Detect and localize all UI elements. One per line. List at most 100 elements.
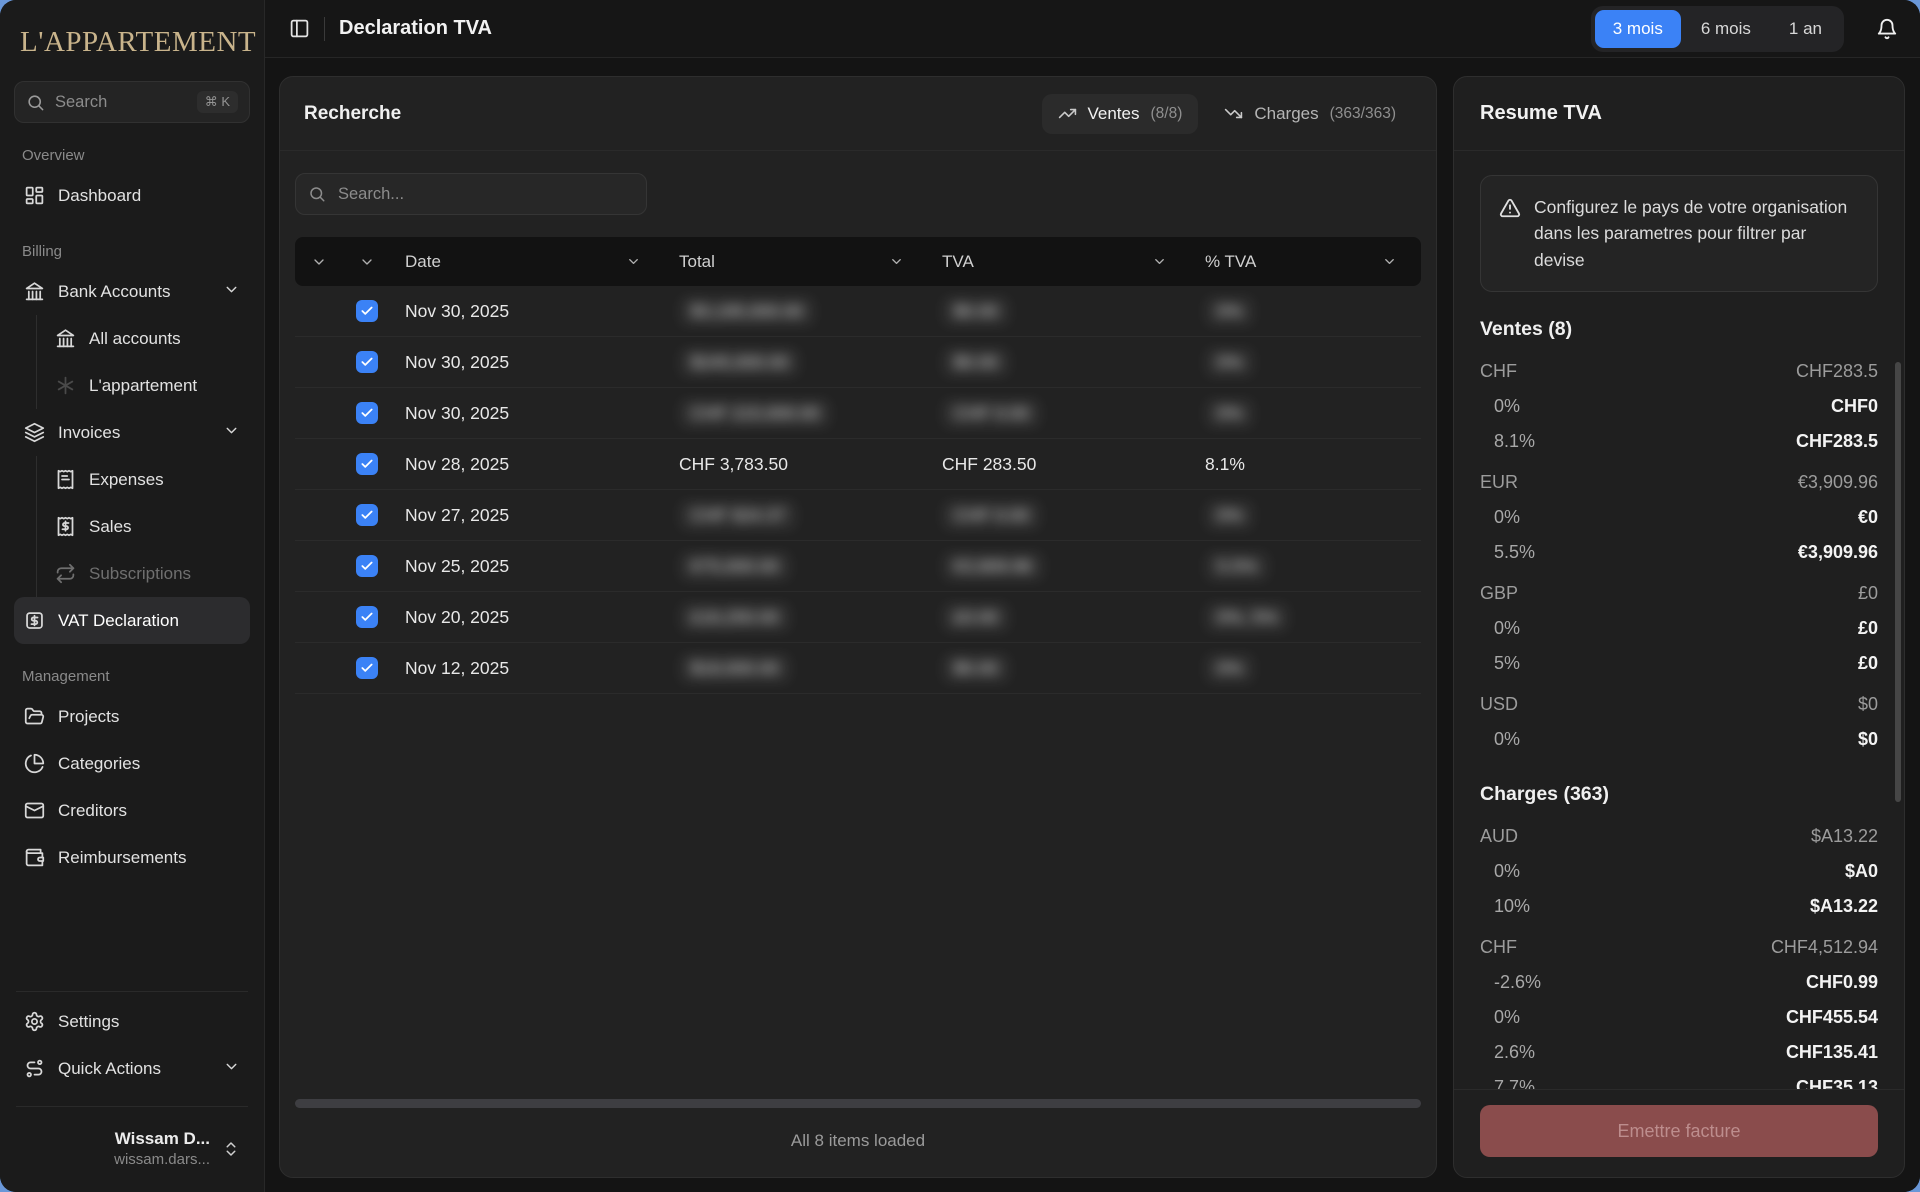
alert-triangle-icon <box>1499 197 1521 219</box>
column-header-date[interactable]: Date <box>391 252 665 272</box>
sidebar-item-expenses[interactable]: Expenses <box>45 456 250 503</box>
folder-icon <box>24 706 45 727</box>
rate-amount: CHF0 <box>1831 396 1878 417</box>
sidebar-item-reimbursements[interactable]: Reimbursements <box>14 834 250 881</box>
sidebar-item-label: Quick Actions <box>58 1059 161 1079</box>
rate-amount: £0 <box>1858 618 1878 639</box>
currency-total: £0 <box>1858 583 1878 604</box>
app-logo: L'APPARTEMENT <box>14 0 250 81</box>
summary-rate-row: 7.7%CHF35.13 <box>1480 1070 1878 1089</box>
range-button-3-mois[interactable]: 3 mois <box>1595 10 1681 48</box>
table-row[interactable]: Nov 27, 2025CHF 924.37CHF 0.000% <box>295 490 1421 541</box>
sidebar-item-subscriptions[interactable]: Subscriptions <box>45 550 250 597</box>
sidebar-item-bank-accounts[interactable]: Bank Accounts <box>14 268 250 315</box>
sidebar-item-sales[interactable]: Sales <box>45 503 250 550</box>
emettre-facture-button[interactable]: Emettre facture <box>1480 1105 1878 1157</box>
summary-rate-row: 0%$0 <box>1480 722 1878 757</box>
sidebar-item-creditors[interactable]: Creditors <box>14 787 250 834</box>
table-row[interactable]: Nov 12, 2025$18,000.00$0.000% <box>295 643 1421 694</box>
row-checkbox[interactable] <box>356 453 378 475</box>
sidebar-item-label: Invoices <box>58 423 120 443</box>
tab-ventes[interactable]: Ventes(8/8) <box>1042 94 1199 134</box>
currency-code: CHF <box>1480 361 1517 382</box>
dashboard-icon <box>24 185 45 206</box>
row-total: CHF 215,000.00 <box>665 399 928 428</box>
resume-tva-footer: Emettre facture <box>1454 1089 1904 1177</box>
header-select-column[interactable] <box>343 254 391 270</box>
sidebar-item-dashboard[interactable]: Dashboard <box>14 172 250 219</box>
summary-rate-row: 0%CHF455.54 <box>1480 1000 1878 1035</box>
table-row[interactable]: Nov 25, 2025€75,000.00€3,909.965.5% <box>295 541 1421 592</box>
sidebar-toggle-button[interactable] <box>289 18 310 39</box>
row-checkbox[interactable] <box>356 504 378 526</box>
row-checkbox[interactable] <box>356 402 378 424</box>
vertical-scrollbar[interactable] <box>1895 362 1901 802</box>
table-row[interactable]: Nov 30, 2025CHF 215,000.00CHF 0.000% <box>295 388 1421 439</box>
sidebar-item-label: Settings <box>58 1012 119 1032</box>
currency-total: $0 <box>1858 694 1878 715</box>
sidebar-search[interactable]: Search ⌘ K <box>14 81 250 123</box>
row-checkbox[interactable] <box>356 555 378 577</box>
summary-rate-row: 0%£0 <box>1480 611 1878 646</box>
sidebar-item-settings[interactable]: Settings <box>14 998 250 1045</box>
trending-up-icon <box>1058 104 1077 123</box>
table-search-input[interactable] <box>336 184 634 205</box>
row-pct-tva: 0% <box>1191 654 1421 683</box>
sidebar-item-all-accounts[interactable]: All accounts <box>45 315 250 362</box>
route-icon <box>24 1058 45 1079</box>
summary-rate-row: 10%$A13.22 <box>1480 889 1878 924</box>
check-icon <box>360 508 374 522</box>
notifications-button[interactable] <box>1876 18 1898 40</box>
user-name: Wissam D... <box>114 1129 210 1149</box>
row-date: Nov 20, 2025 <box>391 607 665 628</box>
column-header-tva[interactable]: % TVA <box>1191 252 1421 272</box>
sidebar-item-invoices[interactable]: Invoices <box>14 409 250 456</box>
sidebar-item-label: Dashboard <box>58 186 141 206</box>
transactions-table: DateTotal TVA % TVA Nov 30, 2025$3,195,000… <box>295 237 1421 694</box>
sidebar-item-label: Projects <box>58 707 119 727</box>
sidebar-item-vat-declaration[interactable]: VAT Declaration <box>14 597 250 644</box>
sidebar-item-categories[interactable]: Categories <box>14 740 250 787</box>
table-row[interactable]: Nov 30, 2025$245,000.00$0.000% <box>295 337 1421 388</box>
column-label: TVA <box>942 252 974 272</box>
chevron-down-icon <box>626 254 641 269</box>
sidebar-item-l-appartement[interactable]: L'appartement <box>45 362 250 409</box>
row-checkbox-cell <box>343 606 391 628</box>
rate-label: 5.5% <box>1494 542 1535 563</box>
recherche-panel: Recherche Ventes(8/8)Charges(363/363) Da… <box>279 76 1437 1178</box>
header-expand-column[interactable] <box>295 254 343 270</box>
row-pct-tva: 0% <box>1191 348 1421 377</box>
row-checkbox[interactable] <box>356 657 378 679</box>
summary-currency-row-chf: CHFCHF283.5 <box>1480 354 1878 389</box>
horizontal-scrollbar[interactable] <box>295 1099 1421 1108</box>
rate-label: 0% <box>1494 1007 1520 1028</box>
rate-label: 0% <box>1494 507 1520 528</box>
range-button-6-mois[interactable]: 6 mois <box>1683 10 1769 48</box>
range-button-1-an[interactable]: 1 an <box>1771 10 1840 48</box>
sidebar-item-label: Reimbursements <box>58 848 187 868</box>
column-header-tva[interactable]: TVA <box>928 252 1191 272</box>
check-icon <box>360 661 374 675</box>
sidebar-item-quick-actions[interactable]: Quick Actions <box>14 1045 250 1092</box>
table-row[interactable]: Nov 30, 2025$3,195,000.00$0.000% <box>295 286 1421 337</box>
table-row[interactable]: Nov 28, 2025CHF 3,783.50CHF 283.508.1% <box>295 439 1421 490</box>
row-checkbox[interactable] <box>356 351 378 373</box>
table-row[interactable]: Nov 20, 2025£16,250.00£0.000%, 5% <box>295 592 1421 643</box>
rate-label: 0% <box>1494 396 1520 417</box>
row-checkbox[interactable] <box>356 606 378 628</box>
column-header-total[interactable]: Total <box>665 252 928 272</box>
summary-currency-row-gbp: GBP£0 <box>1480 576 1878 611</box>
topbar: Declaration TVA 3 mois6 mois1 an <box>265 0 1920 58</box>
sidebar-item-label: VAT Declaration <box>58 611 179 631</box>
user-menu[interactable]: Wissam D... wissam.dars... <box>14 1113 250 1192</box>
row-checkbox[interactable] <box>356 300 378 322</box>
nav-section-label-overview: Overview <box>22 147 242 164</box>
recherche-panel-body: DateTotal TVA % TVA Nov 30, 2025$3,195,000… <box>280 151 1436 1177</box>
divider <box>16 991 248 992</box>
sidebar-item-projects[interactable]: Projects <box>14 693 250 740</box>
tab-charges[interactable]: Charges(363/363) <box>1208 94 1412 134</box>
trending-down-icon <box>1224 104 1243 123</box>
row-tva: £0.00 <box>928 603 1191 632</box>
sidebar-item-label: All accounts <box>89 329 181 349</box>
resume-tva-body: Configurez le pays de votre organisation… <box>1454 151 1904 1089</box>
